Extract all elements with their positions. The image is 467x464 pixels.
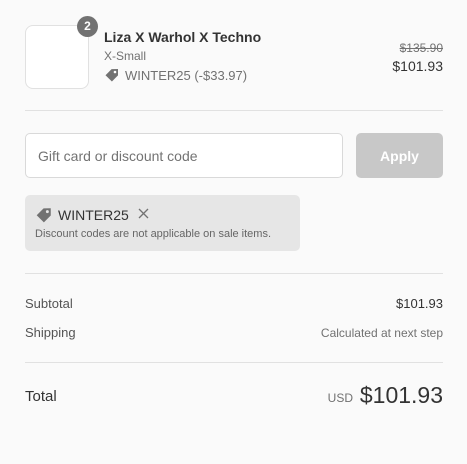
applied-discount-tag: WINTER25 Discount codes are not applicab… xyxy=(25,195,300,251)
discount-code-input[interactable] xyxy=(25,133,343,178)
final-price: $101.93 xyxy=(392,58,443,74)
total-currency: USD xyxy=(327,391,353,405)
tag-icon xyxy=(104,67,120,83)
quantity-badge: 2 xyxy=(77,16,98,37)
divider xyxy=(25,362,443,363)
product-discount-label: WINTER25 (-$33.97) xyxy=(125,67,248,83)
product-thumbnail xyxy=(25,25,89,89)
discount-note: Discount codes are not applicable on sal… xyxy=(35,228,272,240)
product-variant: X-Small xyxy=(104,49,147,63)
close-icon[interactable] xyxy=(136,206,150,220)
product-discount: WINTER25 (-$33.97) xyxy=(104,67,247,83)
cart-line-item: 2 Liza X Warhol X Techno X-Small WINTER2… xyxy=(25,16,443,89)
applied-code-label: WINTER25 xyxy=(58,207,129,223)
tag-icon xyxy=(35,206,53,224)
shipping-label: Shipping xyxy=(25,325,76,340)
shipping-value: Calculated at next step xyxy=(320,326,443,340)
total-amount: $101.93 xyxy=(359,382,443,408)
divider xyxy=(25,110,443,111)
applied-code-row: WINTER25 xyxy=(35,206,129,224)
divider xyxy=(25,273,443,274)
apply-button[interactable]: Apply xyxy=(356,133,443,178)
original-price: $135.90 xyxy=(399,41,443,55)
subtotal-label: Subtotal xyxy=(25,296,73,311)
subtotal-value: $101.93 xyxy=(396,296,443,311)
product-name: Liza X Warhol X Techno xyxy=(104,29,262,45)
total-label: Total xyxy=(25,388,57,405)
